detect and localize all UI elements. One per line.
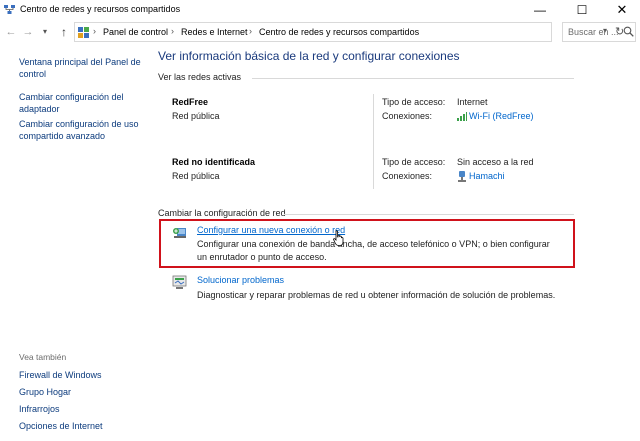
maximize-button[interactable]: ☐ <box>562 0 602 20</box>
sidebar-link-homegroup[interactable]: Grupo Hogar <box>19 386 144 398</box>
network-name: Red no identificada <box>172 157 256 167</box>
section-divider <box>284 214 574 215</box>
main-content: Ver información básica de la red y confi… <box>150 44 640 441</box>
network-adapter-icon <box>458 171 466 182</box>
access-type-label: Tipo de acceso: <box>382 157 446 167</box>
title-bar: Centro de redes y recursos compartidos —… <box>0 0 640 20</box>
search-placeholder: Buscar en ... <box>568 27 619 37</box>
recent-locations-chevron-icon[interactable]: ▾ <box>38 25 52 39</box>
breadcrumb-separator-icon: › <box>93 26 96 36</box>
connection-link-wifi[interactable]: Wi-Fi (RedFree) <box>457 111 534 121</box>
search-input[interactable]: Buscar en ... <box>562 22 636 42</box>
breadcrumb-separator-icon: › <box>171 26 174 36</box>
connection-link-hamachi[interactable]: Hamachi <box>457 171 505 182</box>
navigation-bar: ← → ▾ ↑ › Panel de control › Redes e Int… <box>0 22 640 44</box>
sidebar-link-firewall[interactable]: Firewall de Windows <box>19 369 144 381</box>
wifi-signal-icon <box>457 112 467 121</box>
window-title: Centro de redes y recursos compartidos <box>20 4 181 14</box>
sidebar-link-control-panel-home[interactable]: Ventana principal del Panel de control <box>19 56 144 80</box>
network-name: RedFree <box>172 97 209 107</box>
troubleshoot-icon[interactable] <box>172 274 188 290</box>
breadcrumb-control-panel[interactable]: Panel de control <box>103 27 168 37</box>
breadcrumb-network-internet[interactable]: Redes e Internet <box>181 27 248 37</box>
sidebar-link-adapter-settings[interactable]: Cambiar configuración del adaptador <box>19 91 144 115</box>
troubleshoot-link[interactable]: Solucionar problemas <box>197 275 284 285</box>
breadcrumb-network-center[interactable]: Centro de redes y recursos compartidos <box>259 27 419 37</box>
column-divider <box>373 94 374 189</box>
address-bar[interactable]: › Panel de control › Redes e Internet › … <box>74 22 624 42</box>
sidebar-link-internet-options[interactable]: Opciones de Internet <box>19 420 144 432</box>
access-type-value: Internet <box>457 97 488 107</box>
access-type-value: Sin acceso a la red <box>457 157 534 167</box>
breadcrumb-separator-icon: › <box>249 26 252 36</box>
connections-label: Conexiones: <box>382 171 433 181</box>
hand-cursor-icon <box>333 230 344 246</box>
network-category: Red pública <box>172 111 220 121</box>
active-networks-label: Ver las redes activas <box>158 72 242 82</box>
connection-name: Hamachi <box>469 171 505 181</box>
sidebar-link-infrared[interactable]: Infrarrojos <box>19 403 144 415</box>
control-panel-icon <box>78 27 89 38</box>
connections-label: Conexiones: <box>382 111 433 121</box>
sidebar: Ventana principal del Panel de control C… <box>0 48 150 441</box>
see-also-heading: Vea también <box>19 352 67 362</box>
close-button[interactable]: ✕ <box>602 0 640 20</box>
connection-name: Wi-Fi (RedFree) <box>469 111 534 121</box>
network-category: Red pública <box>172 171 220 181</box>
sidebar-link-sharing-settings[interactable]: Cambiar configuración de uso compartido … <box>19 118 144 142</box>
troubleshoot-description: Diagnosticar y reparar problemas de red … <box>197 290 556 300</box>
network-center-icon <box>4 5 15 14</box>
forward-arrow-icon[interactable]: → <box>21 25 35 39</box>
back-arrow-icon[interactable]: ← <box>4 25 18 39</box>
up-arrow-icon[interactable]: ↑ <box>57 25 71 39</box>
access-type-label: Tipo de acceso: <box>382 97 446 107</box>
change-settings-label: Cambiar la configuración de red <box>158 208 286 218</box>
highlight-box <box>159 219 575 268</box>
page-title: Ver información básica de la red y confi… <box>158 49 460 63</box>
minimize-button[interactable]: — <box>520 0 560 20</box>
section-divider <box>252 78 574 79</box>
search-icon[interactable] <box>623 26 634 37</box>
